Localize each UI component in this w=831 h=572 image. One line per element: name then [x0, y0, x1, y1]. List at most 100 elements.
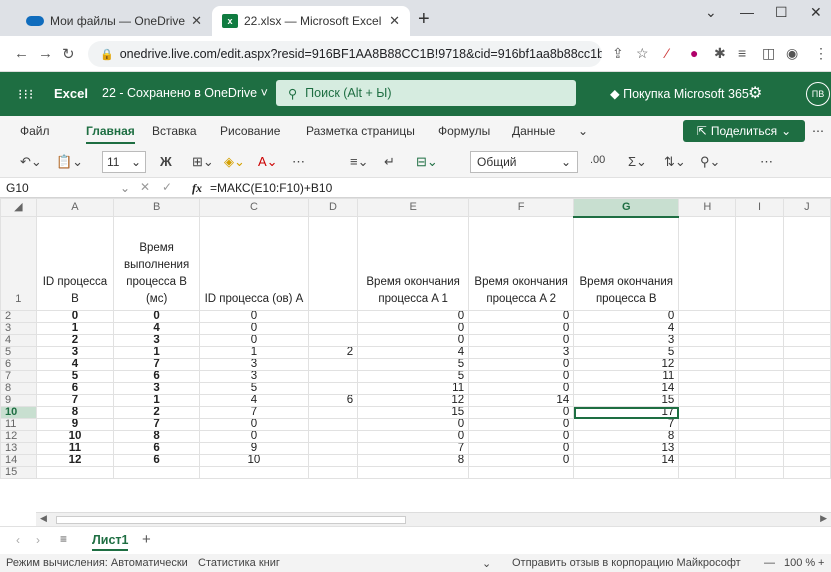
table-cell[interactable]: 0 — [468, 310, 575, 323]
table-cell[interactable]: 5 — [35, 370, 115, 383]
table-cell[interactable] — [35, 466, 115, 479]
table-cell[interactable]: 3 — [198, 358, 309, 371]
table-cell[interactable]: 8 — [357, 454, 470, 467]
table-cell[interactable]: 0 — [468, 382, 575, 395]
table-cell[interactable] — [782, 370, 831, 383]
forward-icon[interactable]: → — [38, 45, 53, 62]
table-cell[interactable]: 14 — [573, 454, 680, 467]
table-cell[interactable] — [782, 430, 831, 443]
table-cell[interactable] — [735, 394, 784, 407]
table-cell[interactable]: 3 — [113, 334, 200, 347]
feedback-link[interactable]: Отправить отзыв в корпорацию Майкрософт — [512, 557, 741, 569]
puzzle-icon[interactable]: ✱ — [714, 45, 726, 62]
table-cell[interactable]: 9 — [198, 442, 309, 455]
fill-color-icon[interactable]: ◈⌄ — [224, 154, 245, 170]
sort-icon[interactable]: ⇅⌄ — [664, 154, 686, 170]
table-cell[interactable]: 0 — [573, 310, 680, 323]
table-cell[interactable]: 5 — [573, 346, 680, 359]
column-header[interactable]: D — [307, 198, 359, 217]
row-header[interactable]: 7 — [0, 370, 37, 383]
table-cell[interactable]: 10 — [198, 454, 309, 467]
table-cell[interactable] — [735, 310, 784, 323]
table-cell[interactable] — [782, 382, 831, 395]
table-cell[interactable]: 0 — [468, 334, 575, 347]
table-cell[interactable]: 1 — [113, 346, 200, 359]
row-header[interactable]: 13 — [0, 442, 37, 455]
column-header[interactable]: B — [113, 198, 200, 217]
table-cell[interactable] — [307, 442, 359, 455]
table-cell[interactable]: 6 — [113, 454, 200, 467]
row-header[interactable]: 4 — [0, 334, 37, 347]
table-cell[interactable]: 0 — [468, 418, 575, 431]
column-header[interactable]: E — [357, 198, 470, 217]
table-cell[interactable]: 0 — [468, 406, 575, 419]
table-cell[interactable]: 11 — [357, 382, 470, 395]
table-cell[interactable]: 1 — [113, 394, 200, 407]
more-icon[interactable]: ⋯ — [760, 154, 773, 170]
table-cell[interactable] — [782, 406, 831, 419]
table-cell[interactable]: 3 — [35, 346, 115, 359]
table-cell[interactable]: 6 — [113, 370, 200, 383]
reading-list-icon[interactable]: ≡ — [738, 45, 746, 61]
sheet-tab[interactable]: Лист1 — [92, 533, 129, 551]
table-cell[interactable]: 11 — [35, 442, 115, 455]
table-cell[interactable]: 15 — [573, 394, 680, 407]
table-cell[interactable] — [782, 442, 831, 455]
side-panel-icon[interactable]: ◫ — [762, 45, 775, 62]
table-cell[interactable] — [307, 382, 359, 395]
table-cell[interactable] — [678, 334, 737, 347]
table-cell[interactable] — [678, 454, 737, 467]
table-cell[interactable] — [782, 358, 831, 371]
table-cell[interactable] — [735, 322, 784, 335]
table-cell[interactable] — [678, 382, 737, 395]
share-page-icon[interactable]: ⇪ — [612, 45, 624, 62]
table-cell[interactable] — [735, 442, 784, 455]
table-cell[interactable]: 11 — [573, 370, 680, 383]
row-header[interactable]: 14 — [0, 454, 37, 467]
table-cell[interactable] — [678, 322, 737, 335]
back-icon[interactable]: ← — [14, 45, 29, 62]
table-cell[interactable] — [782, 334, 831, 347]
row-header[interactable]: 10 — [0, 406, 37, 419]
table-cell[interactable] — [307, 430, 359, 443]
table-cell[interactable]: 6 — [113, 442, 200, 455]
sheet-list-icon[interactable]: ≡ — [60, 532, 67, 546]
table-cell[interactable] — [307, 406, 359, 419]
table-cell[interactable]: Время выполнения процесса B (мс) — [113, 216, 200, 311]
table-cell[interactable]: 0 — [468, 358, 575, 371]
sum-icon[interactable]: Σ⌄ — [628, 154, 647, 170]
column-header[interactable]: G — [573, 198, 680, 218]
table-cell[interactable]: 15 — [357, 406, 470, 419]
table-cell[interactable] — [307, 466, 359, 479]
chevron-down-icon[interactable]: ⌄ — [120, 181, 130, 195]
table-cell[interactable] — [678, 394, 737, 407]
table-cell[interactable]: 5 — [357, 370, 470, 383]
more-icon[interactable]: ⋯ — [812, 124, 824, 138]
url-field[interactable]: 🔒 onedrive.live.com/edit.aspx?resid=916B… — [88, 41, 602, 67]
table-cell[interactable]: 0 — [198, 322, 309, 335]
column-header[interactable]: H — [678, 198, 737, 217]
table-cell[interactable] — [782, 466, 831, 479]
table-cell[interactable]: 4 — [198, 394, 309, 407]
extension-icon[interactable]: ● — [690, 45, 698, 61]
table-cell[interactable]: 2 — [113, 406, 200, 419]
cancel-icon[interactable]: ✕ — [140, 180, 150, 194]
bold-icon[interactable]: Ж — [160, 154, 172, 169]
table-cell[interactable] — [468, 466, 575, 479]
menu-page-layout[interactable]: Разметка страницы — [306, 124, 415, 138]
table-cell[interactable]: 2 — [35, 334, 115, 347]
scroll-right-icon[interactable]: ▶ — [820, 513, 827, 524]
zoom-in-icon[interactable]: + — [818, 557, 824, 569]
wrap-text-icon[interactable]: ↵ — [384, 154, 395, 170]
table-cell[interactable]: 14 — [573, 382, 680, 395]
table-cell[interactable] — [678, 406, 737, 419]
close-tab-icon[interactable]: ✕ — [191, 13, 202, 29]
table-cell[interactable] — [307, 370, 359, 383]
table-cell[interactable]: 0 — [198, 310, 309, 323]
row-header[interactable]: 2 — [0, 310, 37, 323]
row-header[interactable]: 1 — [0, 216, 37, 311]
align-icon[interactable]: ≡⌄ — [350, 154, 368, 170]
table-cell[interactable]: 8 — [573, 430, 680, 443]
table-cell[interactable]: 4 — [113, 322, 200, 335]
table-cell[interactable] — [198, 466, 309, 479]
